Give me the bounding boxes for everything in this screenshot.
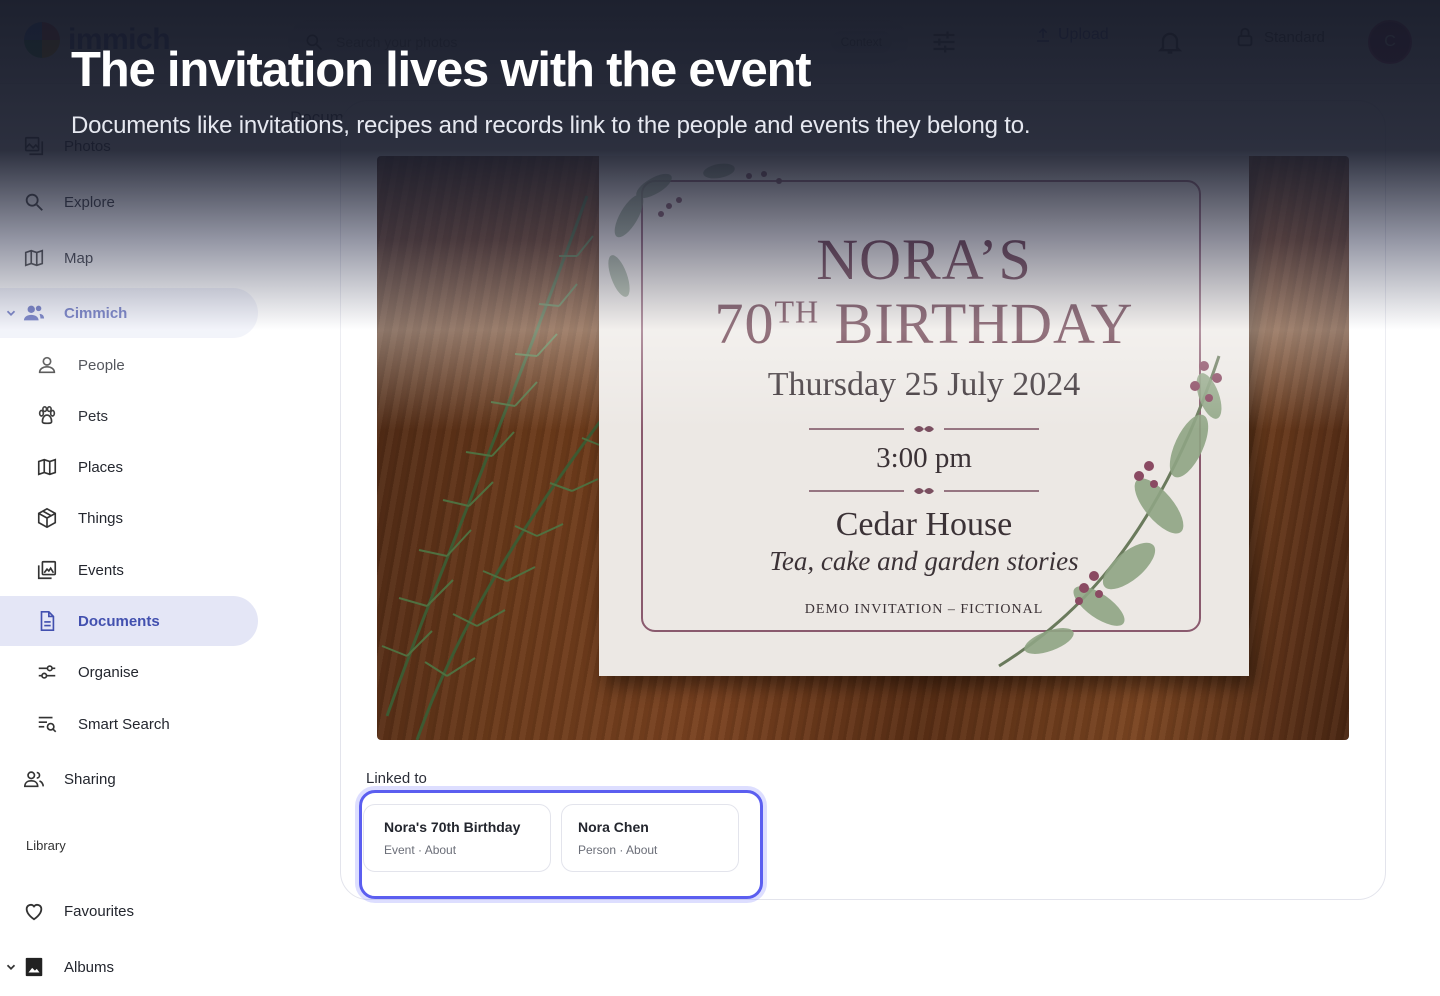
chip-subtitle: Person · About [578, 843, 658, 857]
image-stack-icon [36, 559, 58, 581]
upload-button[interactable]: Upload [1034, 26, 1109, 44]
person-icon [36, 354, 58, 376]
document-icon [36, 610, 58, 632]
lock-icon [1237, 27, 1253, 47]
sidebar-item-label: Documents [78, 612, 160, 630]
chevron-down-icon[interactable] [4, 960, 18, 974]
album-icon [23, 956, 45, 978]
sidebar: Photos Explore Map Cimmich People Pets P… [0, 84, 270, 996]
sidebar-item-cimmich[interactable]: Cimmich [0, 288, 258, 338]
photos-icon [23, 135, 45, 157]
upload-label: Upload [1058, 26, 1109, 43]
linked-chip-event[interactable]: Nora's 70th Birthday Event · About [363, 804, 551, 872]
library-section-title: Library [26, 838, 66, 853]
sidebar-item-label: Cimmich [64, 304, 128, 322]
paw-icon [36, 405, 58, 427]
sidebar-item-label: People [78, 356, 125, 374]
search-icon [23, 191, 45, 213]
invitation-title-number: 70 [714, 291, 775, 356]
caption-title: The invitation lives with the event [71, 43, 812, 97]
sidebar-item-label: Places [78, 458, 124, 476]
sidebar-item-pets[interactable]: Pets [0, 391, 258, 441]
share-people-icon [23, 768, 45, 790]
map-icon [36, 456, 58, 478]
sidebar-item-albums[interactable]: Albums [0, 942, 258, 992]
sidebar-item-label: Sharing [64, 770, 116, 788]
sidebar-item-label: Map [64, 249, 94, 267]
sidebar-item-documents[interactable]: Documents [0, 596, 258, 646]
caption-subtitle: Documents like invitations, recipes and … [71, 112, 1031, 139]
map-icon [23, 247, 45, 269]
mode-label: Standard [1264, 28, 1325, 46]
search-mode-badge[interactable]: Context [830, 31, 892, 53]
sidebar-item-label: Pets [78, 407, 109, 425]
invitation-title-suffix-sup: TH [774, 293, 820, 330]
cube-icon [36, 507, 58, 529]
sidebar-item-map[interactable]: Map [0, 233, 258, 283]
sidebar-item-label: Events [78, 561, 124, 579]
chip-title: Nora's 70th Birthday [384, 819, 521, 835]
user-avatar[interactable]: C [1368, 20, 1412, 64]
chip-title: Nora Chen [578, 819, 649, 835]
filter-tune-icon[interactable] [930, 28, 958, 56]
chip-subtitle: Event · About [384, 843, 457, 857]
chevron-down-icon[interactable] [4, 306, 18, 320]
mode-toggle[interactable]: Standard [1234, 26, 1325, 48]
document-photo[interactable]: NORA’S 70TH BIRTHDAY Thursday 25 July 20… [377, 156, 1349, 740]
floral-decoration [998, 355, 1222, 668]
people-group-icon [23, 302, 45, 324]
invitation-card: NORA’S 70TH BIRTHDAY Thursday 25 July 20… [599, 156, 1249, 676]
bell-icon[interactable] [1156, 28, 1184, 56]
logo-icon [24, 22, 60, 58]
sidebar-item-places[interactable]: Places [0, 442, 258, 492]
heart-icon [23, 900, 45, 922]
sidebar-item-smart-search[interactable]: Smart Search [0, 699, 258, 749]
sidebar-item-events[interactable]: Events [0, 545, 258, 595]
sidebar-item-organise[interactable]: Organise [0, 647, 258, 697]
sidebar-item-label: Smart Search [78, 715, 170, 733]
linked-to-label: Linked to [366, 770, 427, 787]
linked-chip-person[interactable]: Nora Chen Person · About [561, 804, 739, 872]
sidebar-item-label: Photos [64, 137, 111, 155]
sidebar-item-sharing[interactable]: Sharing [0, 754, 258, 804]
list-search-icon [36, 713, 58, 735]
sliders-icon [36, 661, 58, 683]
sidebar-item-label: Explore [64, 193, 115, 211]
sidebar-item-label: Albums [64, 958, 115, 976]
sidebar-item-label: Favourites [64, 902, 135, 920]
sidebar-item-favourites[interactable]: Favourites [0, 886, 258, 936]
upload-icon [1037, 27, 1049, 42]
sidebar-item-people[interactable]: People [0, 340, 258, 390]
sidebar-item-things[interactable]: Things [0, 493, 258, 543]
invitation-name: NORA’S [816, 227, 1032, 292]
sidebar-item-label: Things [78, 509, 124, 527]
sidebar-item-label: Organise [78, 663, 139, 681]
sidebar-item-explore[interactable]: Explore [0, 177, 258, 227]
